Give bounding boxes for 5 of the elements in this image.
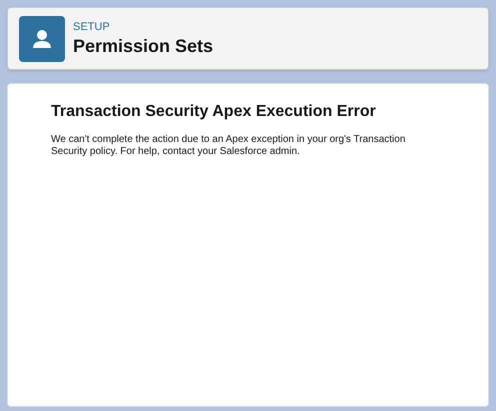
error-message: We can't complete the action due to an Apex exception in your org's Transaction Security policy. For help, contact your Salesforce admin. bbox=[51, 134, 406, 158]
breadcrumb: SETUP bbox=[73, 20, 111, 34]
page-title: Permission Sets bbox=[73, 34, 214, 58]
person-icon bbox=[19, 16, 65, 62]
error-title: Transaction Security Apex Execution Error bbox=[51, 102, 377, 122]
